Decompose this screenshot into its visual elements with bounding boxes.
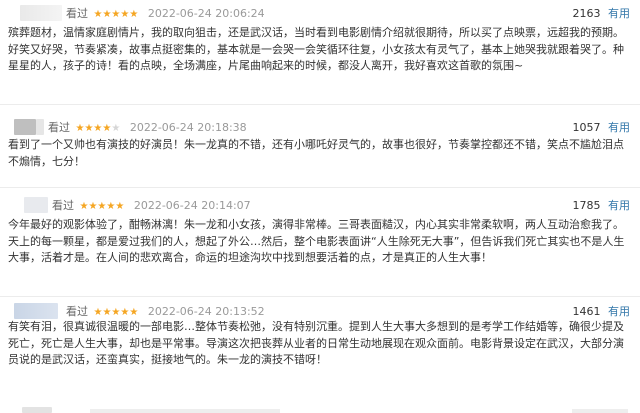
partial-header-blur <box>170 409 280 413</box>
avatar[interactable] <box>20 5 62 21</box>
review-date: 2022-06-24 20:13:52 <box>147 305 265 318</box>
watched-label: 看过 <box>66 305 88 318</box>
review-meta: 看过 ★★★★★ 2022-06-24 20:18:38 <box>48 119 247 135</box>
useful-count: 2163 <box>572 7 601 20</box>
review-meta: 看过 ★★★★★ 2022-06-24 20:06:24 <box>66 5 265 21</box>
watched-label: 看过 <box>52 199 74 212</box>
vote-area: 1057 有用 <box>573 119 631 135</box>
review-date: 2022-06-24 20:18:38 <box>129 121 247 134</box>
rating-stars: ★★★★★ <box>93 9 139 20</box>
useful-button[interactable]: 有用 <box>608 199 630 212</box>
review-meta: 看过 ★★★★★ 2022-06-24 20:13:52 <box>66 303 265 319</box>
avatar[interactable] <box>14 119 36 135</box>
useful-button[interactable]: 有用 <box>608 305 630 318</box>
useful-count: 1785 <box>572 199 601 212</box>
useful-button[interactable]: 有用 <box>608 7 630 20</box>
review-text: 看到了一个又帅也有演技的好演员！朱一龙真的不错，还有小哪吒好灵气的，故事也很好，… <box>8 138 624 168</box>
partial-header-blur <box>90 409 180 413</box>
useful-count: 1057 <box>572 121 601 134</box>
divider <box>0 296 640 297</box>
review-text: 殡葬题材，温情家庭剧情片，我的取向狙击，还是武汉话，当时看到电影剧情介绍就很期待… <box>8 26 624 72</box>
review-text: 有笑有泪，很真诚很温暖的一部电影…整体节奏松弛，没有特别沉重。提到人生大事大多想… <box>8 320 624 366</box>
vote-area: 1785 有用 <box>573 197 631 213</box>
rating-stars: ★★★★★ <box>79 201 125 212</box>
divider <box>0 104 640 105</box>
divider <box>0 187 640 188</box>
vote-area: 2163 有用 <box>573 5 631 21</box>
review-meta: 看过 ★★★★★ 2022-06-24 20:14:07 <box>52 197 251 213</box>
avatar[interactable] <box>24 197 48 213</box>
review-date: 2022-06-24 20:14:07 <box>133 199 251 212</box>
review-text: 今年最好的观影体验了，酣畅淋漓！朱一龙和小女孩，演得非常棒。三哥表面糙汉，内心其… <box>8 218 625 264</box>
watched-label: 看过 <box>66 7 88 20</box>
review-date: 2022-06-24 20:06:24 <box>147 7 265 20</box>
rating-stars: ★★★★★ <box>75 123 121 134</box>
watched-label: 看过 <box>48 121 70 134</box>
useful-button[interactable]: 有用 <box>608 121 630 134</box>
partial-votes-blur <box>572 409 628 413</box>
rating-stars: ★★★★★ <box>93 307 139 318</box>
avatar[interactable] <box>22 407 52 413</box>
useful-count: 1461 <box>572 305 601 318</box>
vote-area: 1461 有用 <box>573 303 631 319</box>
avatar[interactable] <box>14 303 58 319</box>
review-header: 看过 ★★★★★ 2022-06-24 20:06:24 2163 有用 <box>0 4 640 24</box>
review-header: 看过 ★★★★★ 2022-06-24 20:18:38 1057 有用 <box>0 118 640 138</box>
review-header: 看过 ★★★★★ 2022-06-24 20:14:07 1785 有用 <box>0 196 640 216</box>
avatar-overlay <box>36 119 44 135</box>
